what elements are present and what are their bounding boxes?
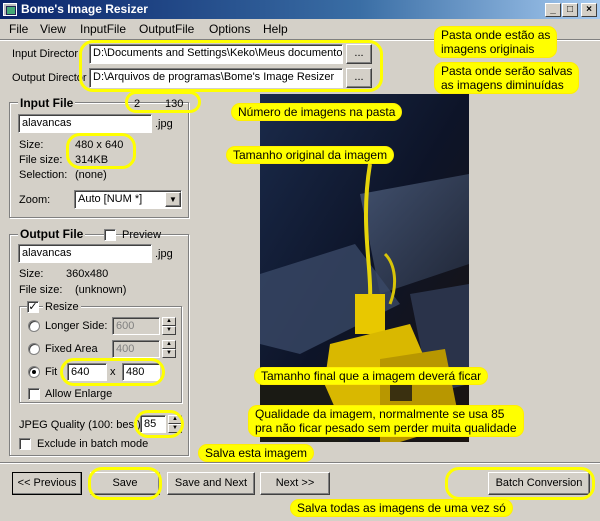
jpeg-quality-down-icon[interactable]: ▼ [168, 424, 182, 433]
bottom-divider [0, 462, 600, 464]
output-directory-browse-button[interactable]: ... [346, 68, 372, 88]
output-file-title: Output File [18, 227, 86, 241]
annotation-final-size: Tamanho final que a imagem deverá ficar [255, 368, 488, 384]
fit-label: Fit [45, 366, 58, 378]
output-file-ext: .jpg [155, 248, 173, 260]
preview-label: Preview [122, 229, 162, 241]
output-file-name-field[interactable]: alavancas [18, 244, 152, 263]
next-button[interactable]: Next >> [260, 472, 330, 495]
minimize-button[interactable]: _ [545, 3, 561, 17]
selection-label: Selection: [19, 169, 68, 181]
input-filesize-value: 314KB [75, 154, 109, 166]
annotation-image-count: Número de imagens na pasta [232, 104, 402, 120]
fixed-area-up-icon[interactable]: ▲ [162, 340, 176, 349]
output-size-label: Size: [19, 268, 44, 280]
menu-file[interactable]: File [9, 22, 28, 36]
output-size-value: 360x480 [66, 268, 109, 280]
output-directory-label: Output Director [12, 72, 87, 84]
longer-side-up-icon[interactable]: ▲ [162, 317, 176, 326]
input-directory-label: Input Director [12, 48, 79, 60]
resize-checkbox[interactable]: ✓ [27, 301, 39, 313]
input-file-total: 130 [165, 98, 184, 110]
jpeg-quality-up-icon[interactable]: ▲ [168, 415, 182, 424]
annotation-resized-images: Pasta onde serão salvas as imagens dimin… [435, 63, 579, 93]
window-title: Bome's Image Resizer [21, 2, 148, 16]
fit-width-field[interactable]: 640 [67, 363, 107, 381]
input-directory-browse-button[interactable]: ... [346, 44, 372, 64]
annotation-original-size: Tamanho original da imagem [227, 147, 394, 163]
fixed-area-radio[interactable] [28, 343, 40, 355]
batch-conversion-button[interactable]: Batch Conversion [488, 472, 590, 495]
input-filesize-label: File size: [19, 154, 63, 166]
selection-value: (none) [75, 169, 107, 181]
jpeg-quality-field[interactable]: 85 [140, 415, 166, 433]
preview-checkbox[interactable] [104, 229, 116, 241]
zoom-dropdown-icon[interactable]: ▼ [165, 192, 181, 207]
app-icon [3, 3, 17, 16]
output-filesize-value: (unknown) [75, 284, 127, 296]
longer-side-field[interactable]: 600 [112, 317, 160, 335]
title-bar[interactable]: Bome's Image Resizer _ □ × [0, 0, 600, 19]
fixed-area-down-icon[interactable]: ▼ [162, 349, 176, 358]
maximize-button[interactable]: □ [562, 3, 578, 17]
input-file-ext: .jpg [155, 118, 173, 130]
longer-side-down-icon[interactable]: ▼ [162, 326, 176, 335]
close-button[interactable]: × [581, 3, 597, 17]
menu-inputfile[interactable]: InputFile [80, 22, 126, 36]
input-file-title: Input File [18, 96, 76, 110]
annotation-save-this: Salva esta imagem [199, 445, 314, 461]
allow-enlarge-label: Allow Enlarge [45, 388, 113, 400]
fixed-area-field[interactable]: 400 [112, 340, 160, 358]
fit-radio[interactable] [28, 366, 40, 378]
input-file-name-field[interactable]: alavancas [18, 114, 152, 133]
input-size-label: Size: [19, 139, 44, 151]
longer-side-label: Longer Side: [45, 320, 108, 332]
menu-options[interactable]: Options [209, 22, 250, 36]
allow-enlarge-checkbox[interactable] [28, 388, 40, 400]
output-directory-field[interactable]: D:\Arquivos de programas\Bome's Image Re… [89, 68, 343, 88]
save-button[interactable]: Save [90, 472, 160, 495]
input-file-index: 2 [134, 98, 141, 110]
exclude-batch-label: Exclude in batch mode [37, 438, 149, 450]
output-filesize-label: File size: [19, 284, 63, 296]
jpeg-quality-label: JPEG Quality (100: best) [19, 419, 141, 431]
fixed-area-label: Fixed Area [45, 343, 98, 355]
zoom-label: Zoom: [19, 194, 51, 206]
save-and-next-button[interactable]: Save and Next [167, 472, 255, 495]
previous-button[interactable]: << Previous [12, 472, 82, 495]
input-directory-field[interactable]: D:\Documents and Settings\Keko\Meus docu… [89, 44, 343, 64]
menu-view[interactable]: View [40, 22, 66, 36]
menu-outputfile[interactable]: OutputFile [139, 22, 194, 36]
resize-label: Resize [43, 301, 81, 313]
menu-help[interactable]: Help [263, 22, 288, 36]
annotation-save-all: Salva todas as imagens de uma vez só [291, 500, 512, 516]
annotation-quality: Qualidade da imagem, normalmente se usa … [249, 406, 523, 436]
fit-height-field[interactable]: 480 [122, 363, 160, 381]
input-size-value: 480 x 640 [75, 139, 124, 151]
exclude-batch-checkbox[interactable] [19, 438, 31, 450]
fit-separator: x [110, 366, 116, 378]
longer-side-radio[interactable] [28, 320, 40, 332]
annotation-original-images: Pasta onde estão as imagens originais [435, 27, 557, 57]
